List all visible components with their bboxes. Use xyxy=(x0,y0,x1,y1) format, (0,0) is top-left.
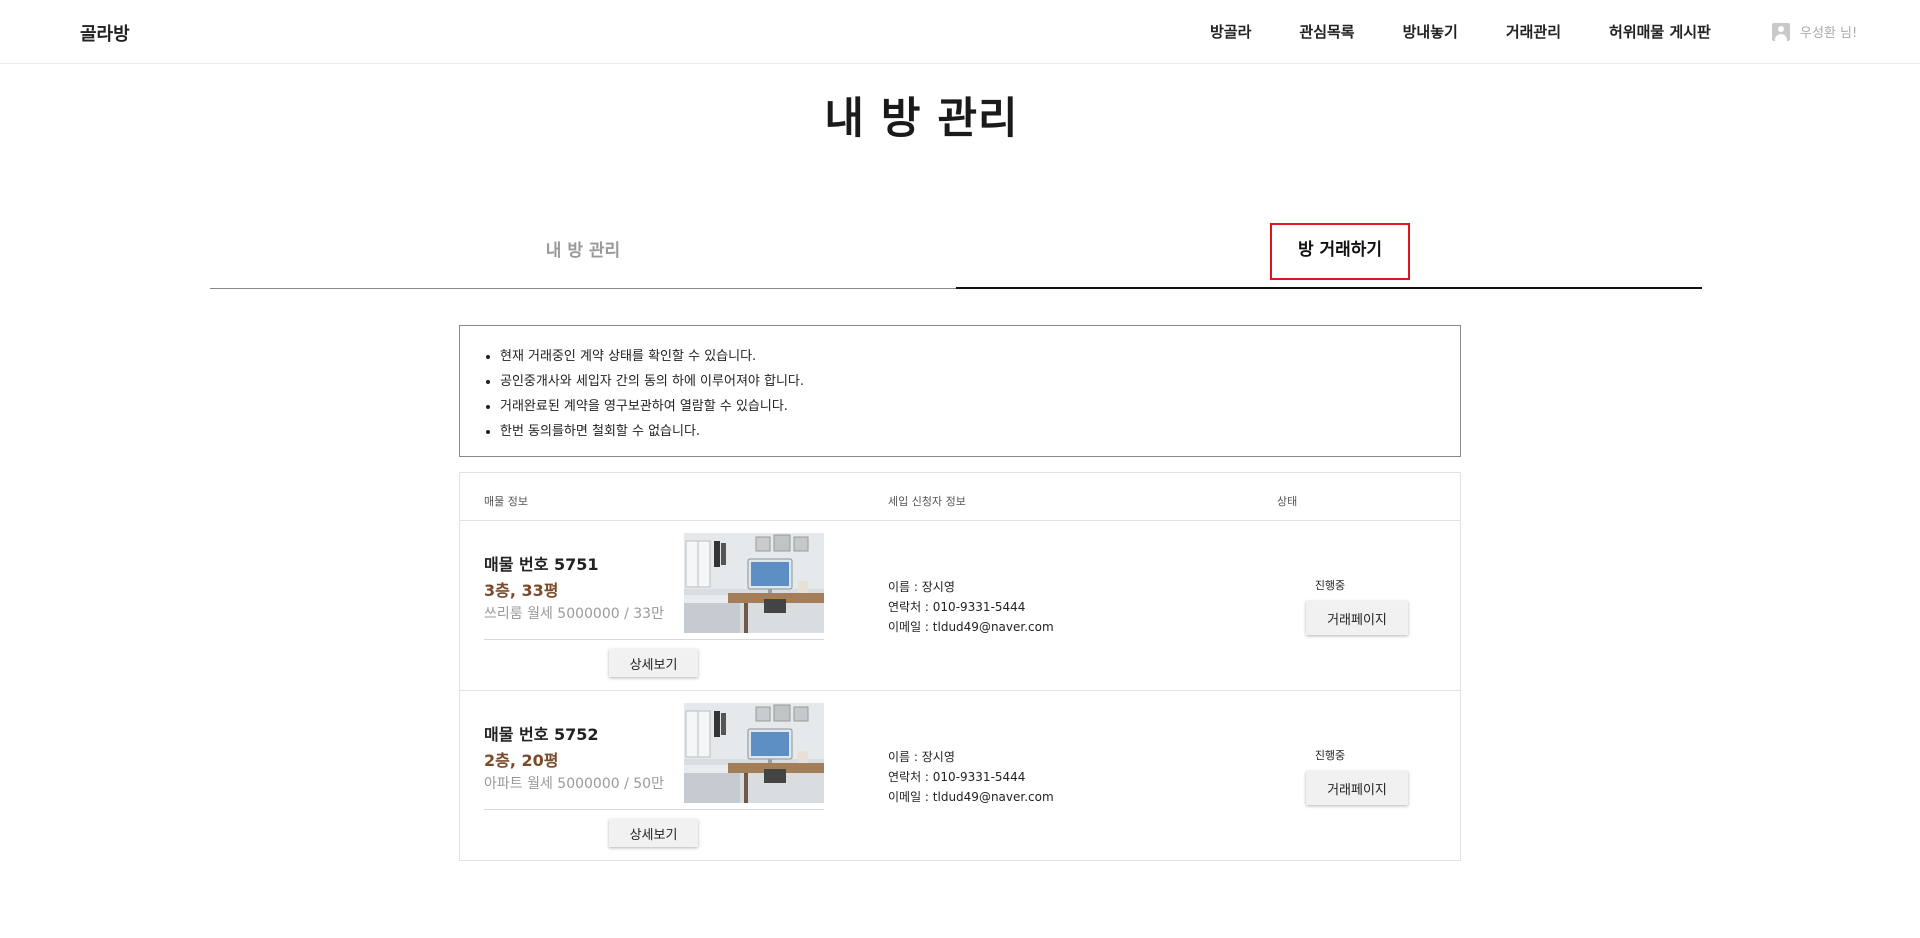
user-avatar-icon xyxy=(1772,22,1790,41)
column-header-status: 상태 xyxy=(1277,495,1298,508)
status-badge: 진행중 xyxy=(1314,749,1346,762)
tab-my-room[interactable]: 내 방 관리 xyxy=(210,222,956,289)
tenant-phone: 연락처 : 010-9331-5444 xyxy=(888,600,1026,614)
top-navbar: 골라방 방골라 관심목록 방내놓기 거래관리 허위매물 게시판 우성환 님! xyxy=(0,0,1920,64)
status-badge: 진행중 xyxy=(1314,579,1346,592)
notice-item: 현재 거래중인 계약 상태를 확인할 수 있습니다. xyxy=(500,344,1440,369)
tenant-email: 이메일 : tldud49@naver.com xyxy=(888,790,1054,804)
deal-page-button[interactable]: 거래페이지 xyxy=(1306,601,1408,635)
column-header-property: 매물 정보 xyxy=(484,495,528,508)
tenant-info: 이름 : 장시영 연락처 : 010-9331-5444 이메일 : tldud… xyxy=(888,577,1054,637)
notice-box: 현재 거래중인 계약 상태를 확인할 수 있습니다. 공인중개사와 세입자 간의… xyxy=(459,325,1461,457)
nav-item-find-room[interactable]: 방골라 xyxy=(1210,21,1251,42)
notice-item: 거래완료된 계약을 영구보관하여 열람할 수 있습니다. xyxy=(500,394,1440,419)
tab-room-trade[interactable]: 방 거래하기 xyxy=(956,222,1702,289)
notice-item: 한번 동의를하면 철회할 수 없습니다. xyxy=(500,419,1440,444)
room-photo xyxy=(684,703,824,803)
nav-item-transactions[interactable]: 거래관리 xyxy=(1506,21,1561,42)
tenant-email: 이메일 : tldud49@naver.com xyxy=(888,620,1054,634)
main-nav: 방골라 관심목록 방내놓기 거래관리 허위매물 게시판 xyxy=(1210,21,1711,42)
transaction-table: 매물 정보 세입 신청자 정보 상태 매물 번호 5751 3층, 33평 쓰리… xyxy=(459,472,1461,861)
table-row: 매물 번호 5751 3층, 33평 쓰리룸 월세 5000000 / 33만 xyxy=(460,521,1460,691)
nav-item-favorites[interactable]: 관심목록 xyxy=(1299,21,1354,42)
tenant-phone: 연락처 : 010-9331-5444 xyxy=(888,770,1026,784)
property-floor-size: 3층, 33평 xyxy=(484,581,559,600)
page-title: 내 방 관리 xyxy=(824,94,1019,144)
tab-my-room-label: 내 방 관리 xyxy=(545,241,621,261)
deal-page-button[interactable]: 거래페이지 xyxy=(1306,771,1408,805)
property-price: 아파트 월세 5000000 / 50만 xyxy=(484,776,664,792)
tenant-name: 이름 : 장시영 xyxy=(888,750,955,764)
tenant-name: 이름 : 장시영 xyxy=(888,580,955,594)
tab-bar: 내 방 관리 방 거래하기 xyxy=(210,222,1702,289)
table-header: 매물 정보 세입 신청자 정보 상태 xyxy=(460,473,1460,521)
user-menu[interactable]: 우성환 님! xyxy=(1772,22,1857,41)
divider xyxy=(484,809,824,810)
divider xyxy=(484,639,824,640)
table-row: 매물 번호 5752 2층, 20평 아파트 월세 5000000 / 50만 xyxy=(460,691,1460,861)
detail-button[interactable]: 상세보기 xyxy=(609,649,698,677)
property-number: 매물 번호 5751 xyxy=(484,555,599,574)
nav-item-list-room[interactable]: 방내놓기 xyxy=(1403,21,1458,42)
detail-button[interactable]: 상세보기 xyxy=(609,819,698,847)
property-price: 쓰리룸 월세 5000000 / 33만 xyxy=(484,606,664,622)
property-floor-size: 2층, 20평 xyxy=(484,751,559,770)
tenant-info: 이름 : 장시영 연락처 : 010-9331-5444 이메일 : tldud… xyxy=(888,747,1054,807)
user-name: 우성환 님! xyxy=(1800,26,1858,41)
property-number: 매물 번호 5752 xyxy=(484,725,599,744)
site-logo[interactable]: 골라방 xyxy=(80,20,130,46)
room-photo xyxy=(684,533,824,633)
tab-room-trade-label: 방 거래하기 xyxy=(1270,223,1410,280)
notice-item: 공인중개사와 세입자 간의 동의 하에 이루어져야 합니다. xyxy=(500,369,1440,394)
column-header-tenant: 세입 신청자 정보 xyxy=(888,495,966,508)
nav-item-fake-listing-board[interactable]: 허위매물 게시판 xyxy=(1609,21,1711,42)
